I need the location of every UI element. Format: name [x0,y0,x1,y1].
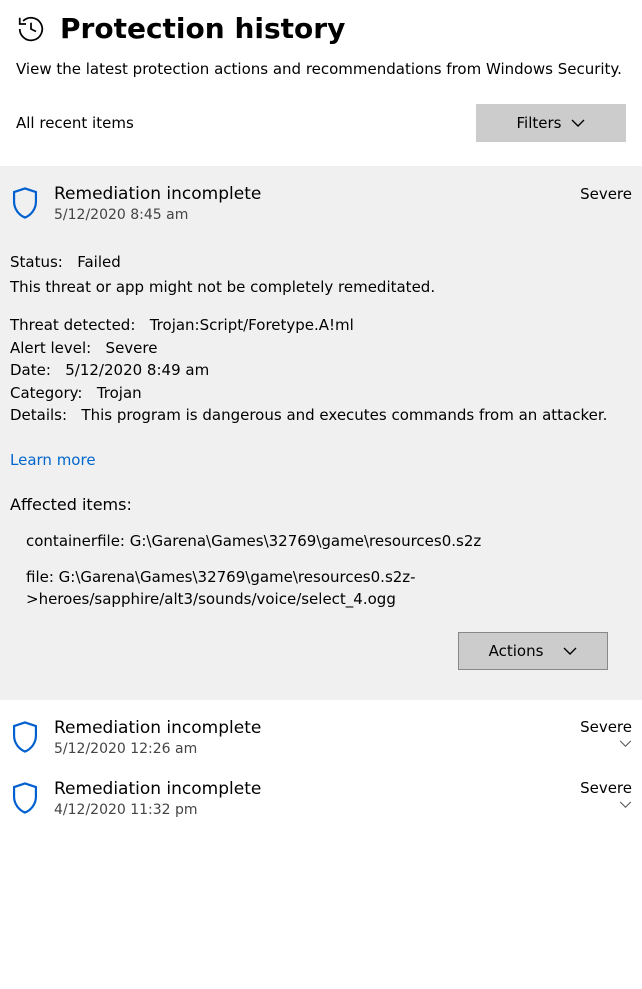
actions-label: Actions [489,642,544,660]
collapsed-title: Remediation incomplete [54,718,566,738]
recent-items-label: All recent items [16,114,134,132]
status-description: This threat or app might not be complete… [10,276,632,299]
card-actions: Actions [10,632,632,670]
chevron-down-icon [619,801,632,809]
severity-label: Severe [580,718,632,736]
chevron-down-icon [571,119,585,128]
threat-row-collapsed[interactable]: Remediation incomplete 4/12/2020 11:32 p… [0,779,642,818]
toolbar: All recent items Filters [0,104,642,142]
collapsed-timestamp: 5/12/2020 12:26 am [54,741,566,757]
category-label: Category: [10,384,82,402]
threat-label: Threat detected: [10,316,135,334]
affected-item: containerfile: G:\Garena\Games\32769\gam… [26,531,632,553]
chevron-down-icon [619,740,632,748]
card-title: Remediation incomplete [54,184,566,204]
threat-value: Trojan:Script/Foretype.A!ml [150,316,354,334]
page-subtitle: View the latest protection actions and r… [16,59,626,80]
actions-button[interactable]: Actions [458,632,608,670]
title-row: Protection history [16,12,626,45]
category-value: Trojan [97,384,142,402]
card-header[interactable]: Remediation incomplete 5/12/2020 8:45 am… [10,184,632,223]
date-value: 5/12/2020 8:49 am [65,361,209,379]
collapsed-right: Severe [580,718,632,748]
category-line: Category: Trojan [10,382,632,405]
page-header: Protection history View the latest prote… [0,0,642,80]
page-title: Protection history [60,12,345,45]
threat-card-expanded: Remediation incomplete 5/12/2020 8:45 am… [0,166,642,700]
alert-line: Alert level: Severe [10,337,632,360]
affected-items-header: Affected items: [10,493,632,517]
learn-more-link[interactable]: Learn more [10,449,96,472]
date-label: Date: [10,361,51,379]
status-label: Status: [10,253,63,271]
shield-icon [10,720,40,754]
chevron-down-icon [563,647,577,656]
details-value: This program is dangerous and executes c… [81,406,607,424]
alert-value: Severe [106,339,158,357]
collapsed-title: Remediation incomplete [54,779,566,799]
collapsed-titles: Remediation incomplete 5/12/2020 12:26 a… [54,718,566,757]
status-value: Failed [77,253,121,271]
details-label: Details: [10,406,67,424]
severity-label: Severe [580,185,632,203]
card-timestamp: 5/12/2020 8:45 am [54,207,566,223]
collapsed-titles: Remediation incomplete 4/12/2020 11:32 p… [54,779,566,818]
details-line: Details: This program is dangerous and e… [10,404,632,427]
shield-icon [10,186,40,220]
affected-item: file: G:\Garena\Games\32769\game\resourc… [26,567,632,611]
threat-line: Threat detected: Trojan:Script/Foretype.… [10,314,632,337]
alert-label: Alert level: [10,339,91,357]
severity-label: Severe [580,779,632,797]
filters-label: Filters [517,114,562,132]
threat-row-collapsed[interactable]: Remediation incomplete 5/12/2020 12:26 a… [0,718,642,757]
collapsed-right: Severe [580,779,632,809]
shield-icon [10,781,40,815]
card-body: Status: Failed This threat or app might … [10,251,632,670]
filters-button[interactable]: Filters [476,104,626,142]
collapsed-timestamp: 4/12/2020 11:32 pm [54,802,566,818]
date-line: Date: 5/12/2020 8:49 am [10,359,632,382]
status-line: Status: Failed [10,251,632,274]
card-titles: Remediation incomplete 5/12/2020 8:45 am [54,184,566,223]
history-icon [16,14,46,44]
